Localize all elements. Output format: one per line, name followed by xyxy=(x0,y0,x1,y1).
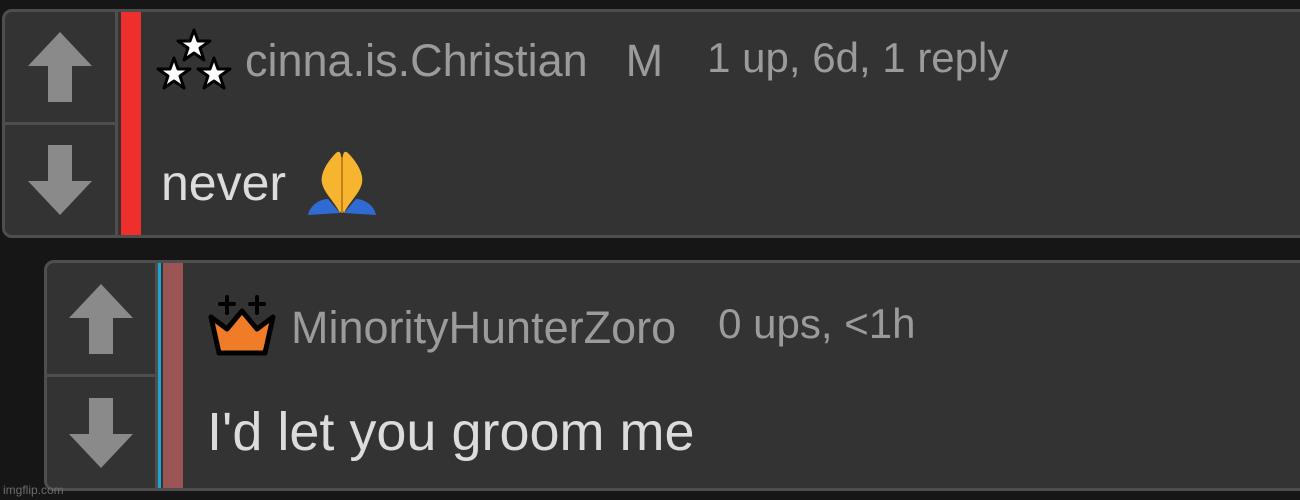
downvote-button[interactable] xyxy=(5,122,115,235)
arrow-up-icon xyxy=(69,283,133,354)
username-link[interactable]: cinna.is.Christian xyxy=(245,35,588,87)
comment-content: MinorityHunterZoro 0 ups, <1h I'd let yo… xyxy=(183,263,1300,488)
comment-meta: 1 up, 6d, 1 reply xyxy=(707,34,1009,81)
comment-meta: 0 ups, <1h xyxy=(718,300,916,347)
username-link[interactable]: MinorityHunterZoro xyxy=(291,302,676,354)
reply-comment-card: MinorityHunterZoro 0 ups, <1h I'd let yo… xyxy=(44,260,1300,491)
downvote-button[interactable] xyxy=(47,374,155,488)
arrow-up-icon xyxy=(28,32,92,102)
crown-icon xyxy=(208,295,276,356)
vote-column xyxy=(5,12,118,235)
depth-bar xyxy=(163,263,183,488)
arrow-down-icon xyxy=(69,397,133,468)
comment-body-highlighted: MinorityHunterZoro 0 ups, <1h I'd let yo… xyxy=(158,263,1300,488)
folded-hands-icon xyxy=(308,151,377,215)
vote-column xyxy=(47,263,158,488)
comment-text-content: never xyxy=(161,155,287,211)
depth-bar xyxy=(121,12,141,235)
upvote-button[interactable] xyxy=(5,12,115,122)
three-stars-icon xyxy=(156,28,232,90)
gender-label: M xyxy=(625,35,664,86)
comment-header: MinorityHunterZoro 0 ups, <1h xyxy=(201,293,915,363)
arrow-down-icon xyxy=(28,145,92,215)
upvote-button[interactable] xyxy=(47,263,155,374)
comment-header: cinna.is.Christian M 1 up, 6d, 1 reply xyxy=(155,26,1008,96)
comment-card: cinna.is.Christian M 1 up, 6d, 1 reply n… xyxy=(2,9,1300,238)
comment-text-content: I'd let you groom me xyxy=(207,402,695,462)
comment-body: cinna.is.Christian M 1 up, 6d, 1 reply n… xyxy=(118,12,1300,235)
comment-text: never xyxy=(161,147,384,219)
comment-content: cinna.is.Christian M 1 up, 6d, 1 reply n… xyxy=(141,12,1300,235)
watermark: imgflip.com xyxy=(3,483,64,497)
comment-text: I'd let you groom me xyxy=(207,401,695,463)
